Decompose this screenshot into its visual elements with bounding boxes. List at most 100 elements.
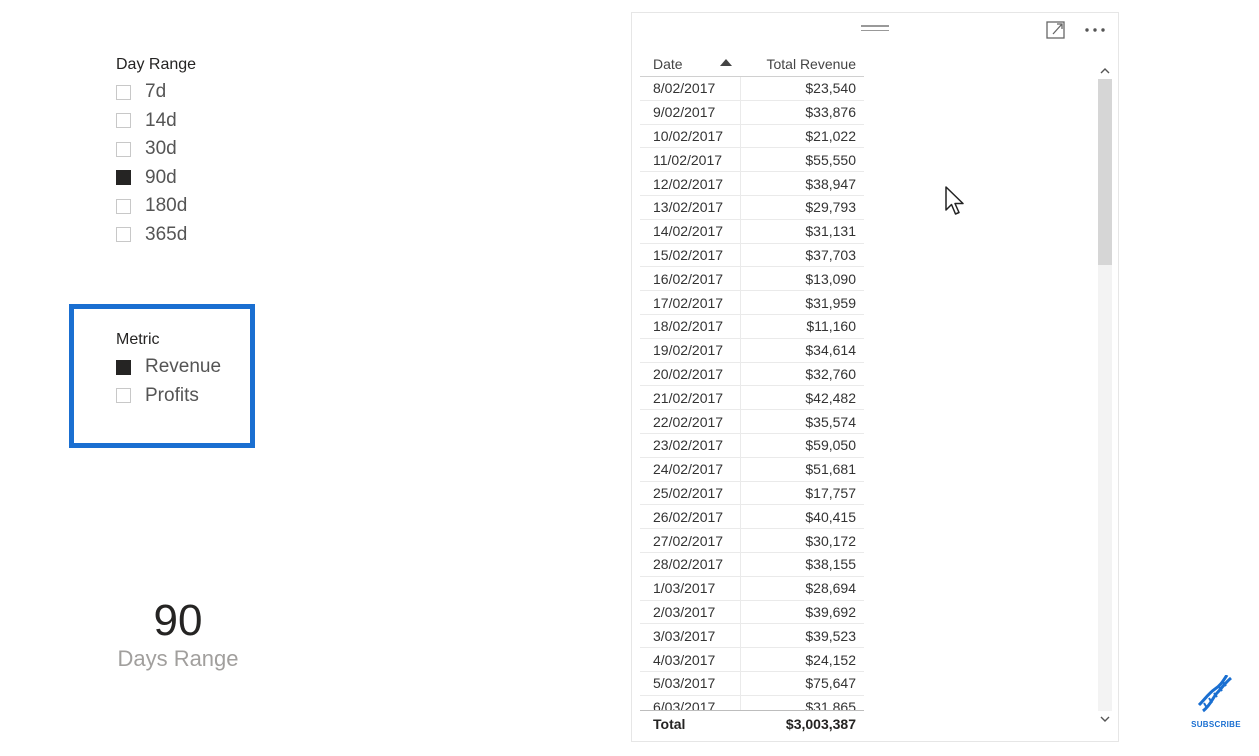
table-row[interactable]: 10/02/2017 $21,022 [640,124,864,149]
drag-handle-icon[interactable] [861,25,889,33]
cell-date: 18/02/2017 [640,314,741,338]
subscribe-badge[interactable]: SUBSCRIBE [1186,674,1246,729]
day-range-title: Day Range [116,56,197,73]
table-row[interactable]: 22/02/2017 $35,574 [640,410,864,434]
checkbox[interactable] [116,198,131,214]
cell-date: 27/02/2017 [640,529,741,552]
metric-slicer: Metric Revenue Profits [116,331,221,410]
checkbox[interactable] [116,113,131,129]
total-row: Total $3,003,387 [640,710,864,737]
days-range-card: 90 Days Range [116,596,240,672]
metric-option-revenue[interactable]: Revenue [116,353,221,382]
header-date[interactable]: Date [640,56,741,72]
option-label: 90d [145,166,177,188]
cell-date: 22/02/2017 [640,410,741,433]
checkbox[interactable] [116,170,131,186]
cell-revenue: $33,876 [805,104,856,121]
more-options-icon[interactable] [1082,19,1108,41]
table-row[interactable]: 14/02/2017 $31,131 [640,219,864,244]
checkbox[interactable] [116,84,131,100]
header-total-revenue[interactable]: Total Revenue [741,56,864,72]
scroll-down-icon[interactable] [1098,713,1112,725]
header-date-label: Date [653,55,683,72]
cell-date: 23/02/2017 [640,433,741,457]
table-row[interactable]: 15/02/2017 $37,703 [640,243,864,268]
day-range-option-14d[interactable]: 14d [116,107,196,136]
table-row[interactable]: 13/02/2017 $29,793 [640,195,864,220]
cell-revenue: $32,760 [805,365,856,382]
table-row[interactable]: 28/02/2017 $38,155 [640,552,864,577]
vertical-scrollbar[interactable] [1098,61,1112,725]
cell-date: 1/03/2017 [640,576,741,600]
scroll-up-icon[interactable] [1098,65,1112,77]
cell-revenue: $31,131 [805,223,856,240]
table-row[interactable]: 5/03/2017 $75,647 [640,671,864,696]
cell-date: 14/02/2017 [640,219,741,243]
metric-items: Revenue Profits [116,353,221,410]
scroll-track[interactable] [1098,79,1112,711]
cell-date: 5/03/2017 [640,671,741,695]
cell-revenue: $38,947 [805,175,856,192]
cell-date: 28/02/2017 [640,552,741,576]
cell-date: 8/02/2017 [640,77,741,100]
total-value: $3,003,387 [785,716,856,732]
table-row[interactable]: 19/02/2017 $34,614 [640,338,864,363]
cell-revenue: $30,172 [805,532,856,549]
day-range-option-90d[interactable]: 90d [116,164,196,193]
option-label: Profits [145,384,199,406]
table-row[interactable]: 3/03/2017 $39,523 [640,624,864,649]
cell-revenue: $13,090 [805,270,856,287]
focus-mode-icon[interactable] [1045,19,1067,41]
option-label: 14d [145,109,177,131]
cell-revenue: $42,482 [805,389,856,406]
cell-revenue: $29,793 [805,199,856,216]
table-row[interactable]: 9/02/2017 $33,876 [640,100,864,125]
table-row[interactable]: 18/02/2017 $11,160 [640,314,864,339]
metric-option-profits[interactable]: Profits [116,382,221,411]
table-row[interactable]: 4/03/2017 $24,152 [640,648,864,672]
checkbox[interactable] [116,227,131,243]
option-label: 30d [145,138,177,160]
checkbox[interactable] [116,388,131,404]
mouse-cursor-icon [945,186,964,215]
table: Date Total Revenue 8/02/2017 $23,540 9/02/… [640,51,864,733]
scroll-thumb[interactable] [1098,79,1112,265]
cell-revenue: $21,022 [805,127,856,144]
cell-revenue: $39,523 [805,627,856,644]
cell-date: 24/02/2017 [640,457,741,481]
subscribe-label: SUBSCRIBE [1191,720,1241,729]
table-visual[interactable]: Date Total Revenue 8/02/2017 $23,540 9/02/… [631,12,1119,742]
table-row[interactable]: 21/02/2017 $42,482 [640,386,864,411]
cell-date: 20/02/2017 [640,362,741,386]
table-row[interactable]: 23/02/2017 $59,050 [640,433,864,458]
table-row[interactable]: 26/02/2017 $40,415 [640,505,864,530]
table-row[interactable]: 16/02/2017 $13,090 [640,267,864,292]
table-row[interactable]: 27/02/2017 $30,172 [640,529,864,553]
cell-revenue: $38,155 [805,556,856,573]
day-range-option-180d[interactable]: 180d [116,192,196,221]
day-range-option-7d[interactable]: 7d [116,78,196,107]
checkbox[interactable] [116,141,131,157]
table-row[interactable]: 17/02/2017 $31,959 [640,291,864,315]
cell-revenue: $40,415 [805,508,856,525]
sort-ascending-icon[interactable] [720,58,732,66]
table-row[interactable]: 20/02/2017 $32,760 [640,362,864,387]
table-row[interactable]: 2/03/2017 $39,692 [640,600,864,625]
cell-date: 17/02/2017 [640,291,741,314]
table-row[interactable]: 12/02/2017 $38,947 [640,172,864,196]
day-range-option-365d[interactable]: 365d [116,221,196,250]
cell-revenue: $39,692 [805,603,856,620]
cell-date: 26/02/2017 [640,505,741,529]
option-label: 7d [145,81,167,103]
day-range-option-30d[interactable]: 30d [116,135,196,164]
cell-date: 9/02/2017 [640,100,741,124]
table-row[interactable]: 25/02/2017 $17,757 [640,481,864,506]
table-row[interactable]: 11/02/2017 $55,550 [640,148,864,173]
table-row[interactable]: 24/02/2017 $51,681 [640,457,864,482]
table-row[interactable]: 8/02/2017 $23,540 [640,77,864,101]
cell-date: 12/02/2017 [640,172,741,195]
cell-date: 25/02/2017 [640,481,741,505]
table-header: Date Total Revenue [640,51,864,76]
table-row[interactable]: 1/03/2017 $28,694 [640,576,864,601]
checkbox[interactable] [116,359,131,375]
